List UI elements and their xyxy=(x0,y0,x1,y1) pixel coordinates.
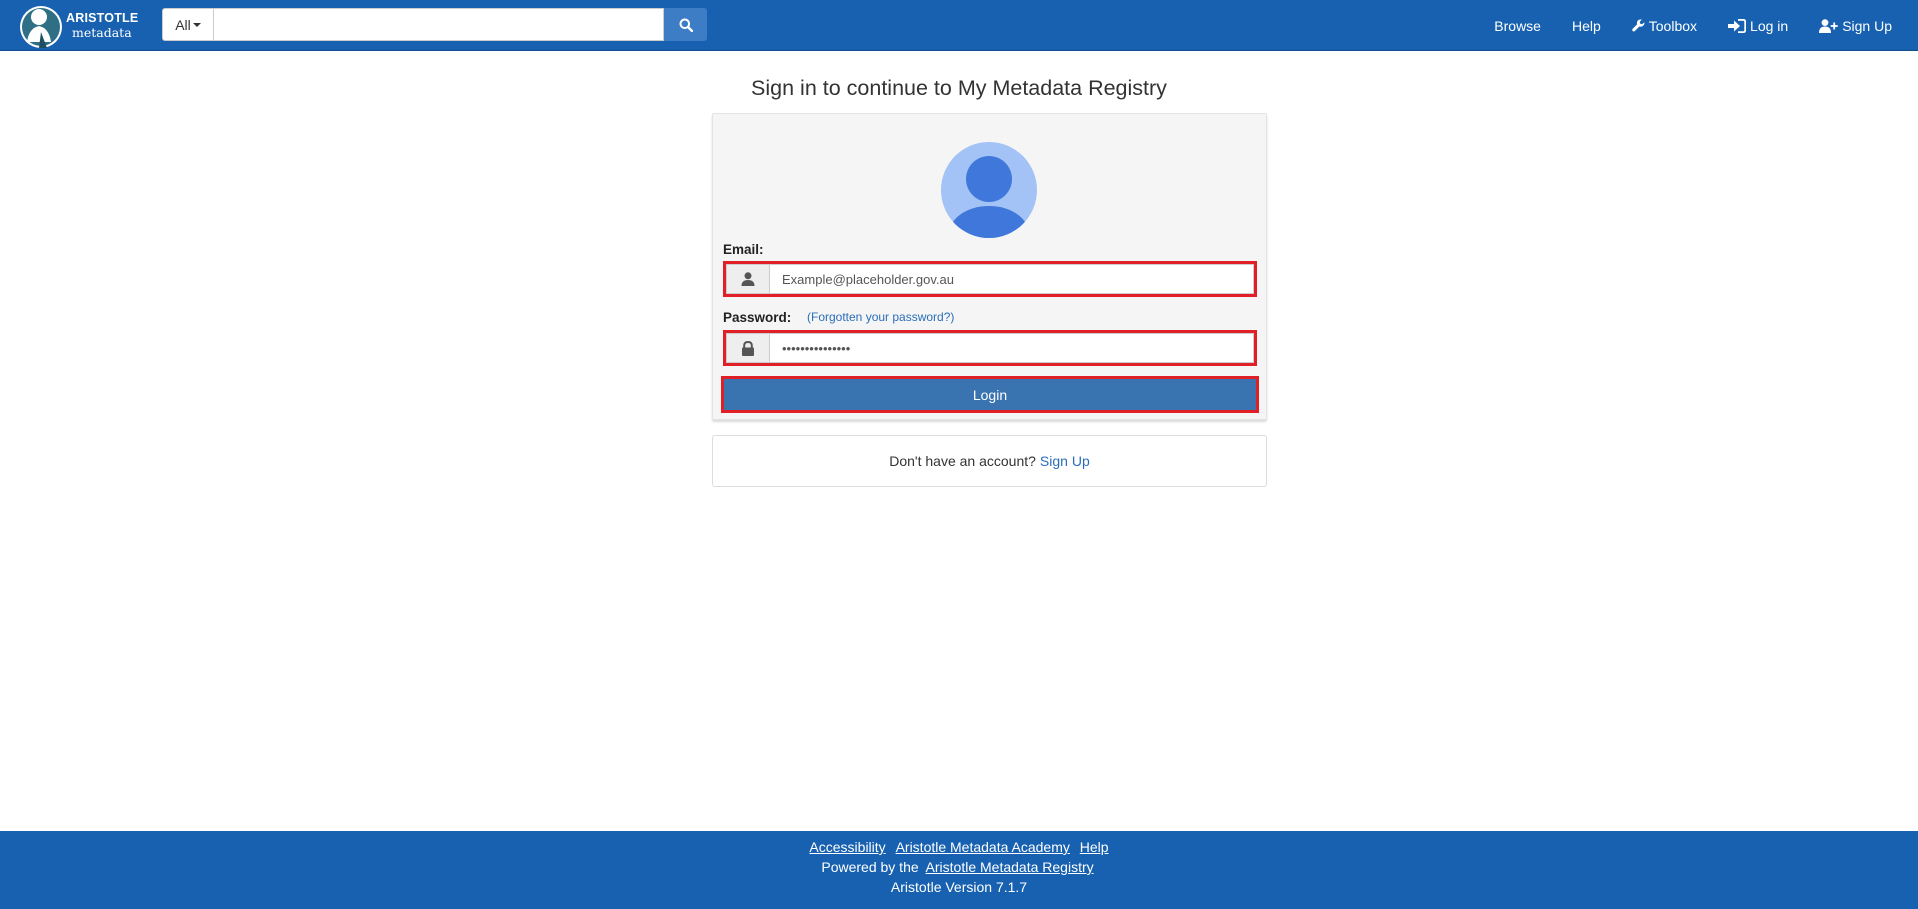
footer-help-link[interactable]: Help xyxy=(1080,839,1109,855)
wrench-icon xyxy=(1632,19,1645,32)
nav-toolbox-label: Toolbox xyxy=(1648,17,1698,34)
login-panel: Email: Password: (Forgotten your passwor… xyxy=(712,113,1267,420)
email-field[interactable] xyxy=(770,264,1254,294)
email-input-group xyxy=(723,261,1257,297)
sign-in-icon xyxy=(1728,18,1747,33)
user-icon xyxy=(741,272,755,286)
footer: Accessibility Aristotle Metadata Academy… xyxy=(0,831,1918,909)
lock-icon xyxy=(742,340,754,356)
page-title: Sign in to continue to My Metadata Regis… xyxy=(751,76,1167,100)
search-input[interactable] xyxy=(214,8,664,41)
search-bar: All xyxy=(162,8,707,41)
search-icon xyxy=(679,18,693,32)
password-addon xyxy=(726,333,770,363)
login-button[interactable]: Login xyxy=(721,376,1259,413)
signup-panel: Don't have an account? Sign Up xyxy=(712,435,1267,487)
footer-registry-link[interactable]: Aristotle Metadata Registry xyxy=(926,859,1094,875)
search-button[interactable] xyxy=(664,8,707,41)
brand-name: ARISTOTLE xyxy=(66,10,139,25)
footer-academy-link[interactable]: Aristotle Metadata Academy xyxy=(896,839,1070,855)
footer-version: Aristotle Version 7.1.7 xyxy=(890,879,1028,895)
email-addon xyxy=(726,264,770,294)
aristotle-logo xyxy=(20,5,62,48)
brand-home-link[interactable]: ARISTOTLE metadata xyxy=(19,1,138,50)
email-label: Email: xyxy=(723,242,764,257)
top-navbar: ARISTOTLE metadata All Browse Help Toolb… xyxy=(0,0,1918,51)
nav-signup-label: Sign Up xyxy=(1842,17,1892,34)
nav-links: Browse Help Toolbox Log in Sign Up xyxy=(1463,0,1892,51)
nav-help-link[interactable]: Help xyxy=(1572,18,1601,34)
search-scope-dropdown[interactable]: All xyxy=(162,8,214,41)
nav-browse-label: Browse xyxy=(1494,17,1541,34)
password-field[interactable] xyxy=(770,333,1254,363)
forgot-password-link[interactable]: (Forgotten your password?) xyxy=(807,310,954,324)
footer-powered-by: Powered by the Aristotle Metadata Regist… xyxy=(0,857,1918,877)
user-plus-icon xyxy=(1819,18,1838,33)
signup-prompt: Don't have an account? xyxy=(889,453,1036,469)
nav-browse-link[interactable]: Browse xyxy=(1494,18,1541,34)
avatar-icon xyxy=(941,142,1037,238)
password-label: Password: xyxy=(723,310,792,325)
brand-text: ARISTOTLE metadata xyxy=(66,10,139,40)
signup-link[interactable]: Sign Up xyxy=(1040,453,1090,469)
footer-accessibility-link[interactable]: Accessibility xyxy=(809,839,885,855)
search-scope-label: All xyxy=(175,16,191,33)
nav-toolbox-link[interactable]: Toolbox xyxy=(1632,18,1697,34)
brand-subname: metadata xyxy=(72,25,132,40)
nav-signup-link[interactable]: Sign Up xyxy=(1819,18,1892,34)
powered-by-text: Powered by the xyxy=(821,859,919,875)
footer-links: Accessibility Aristotle Metadata Academy… xyxy=(0,837,1918,857)
caret-down-icon xyxy=(192,22,201,27)
nav-login-label: Log in xyxy=(1750,17,1789,34)
password-input-group xyxy=(723,330,1257,366)
nav-login-link[interactable]: Log in xyxy=(1728,18,1788,34)
nav-help-label: Help xyxy=(1571,17,1601,34)
